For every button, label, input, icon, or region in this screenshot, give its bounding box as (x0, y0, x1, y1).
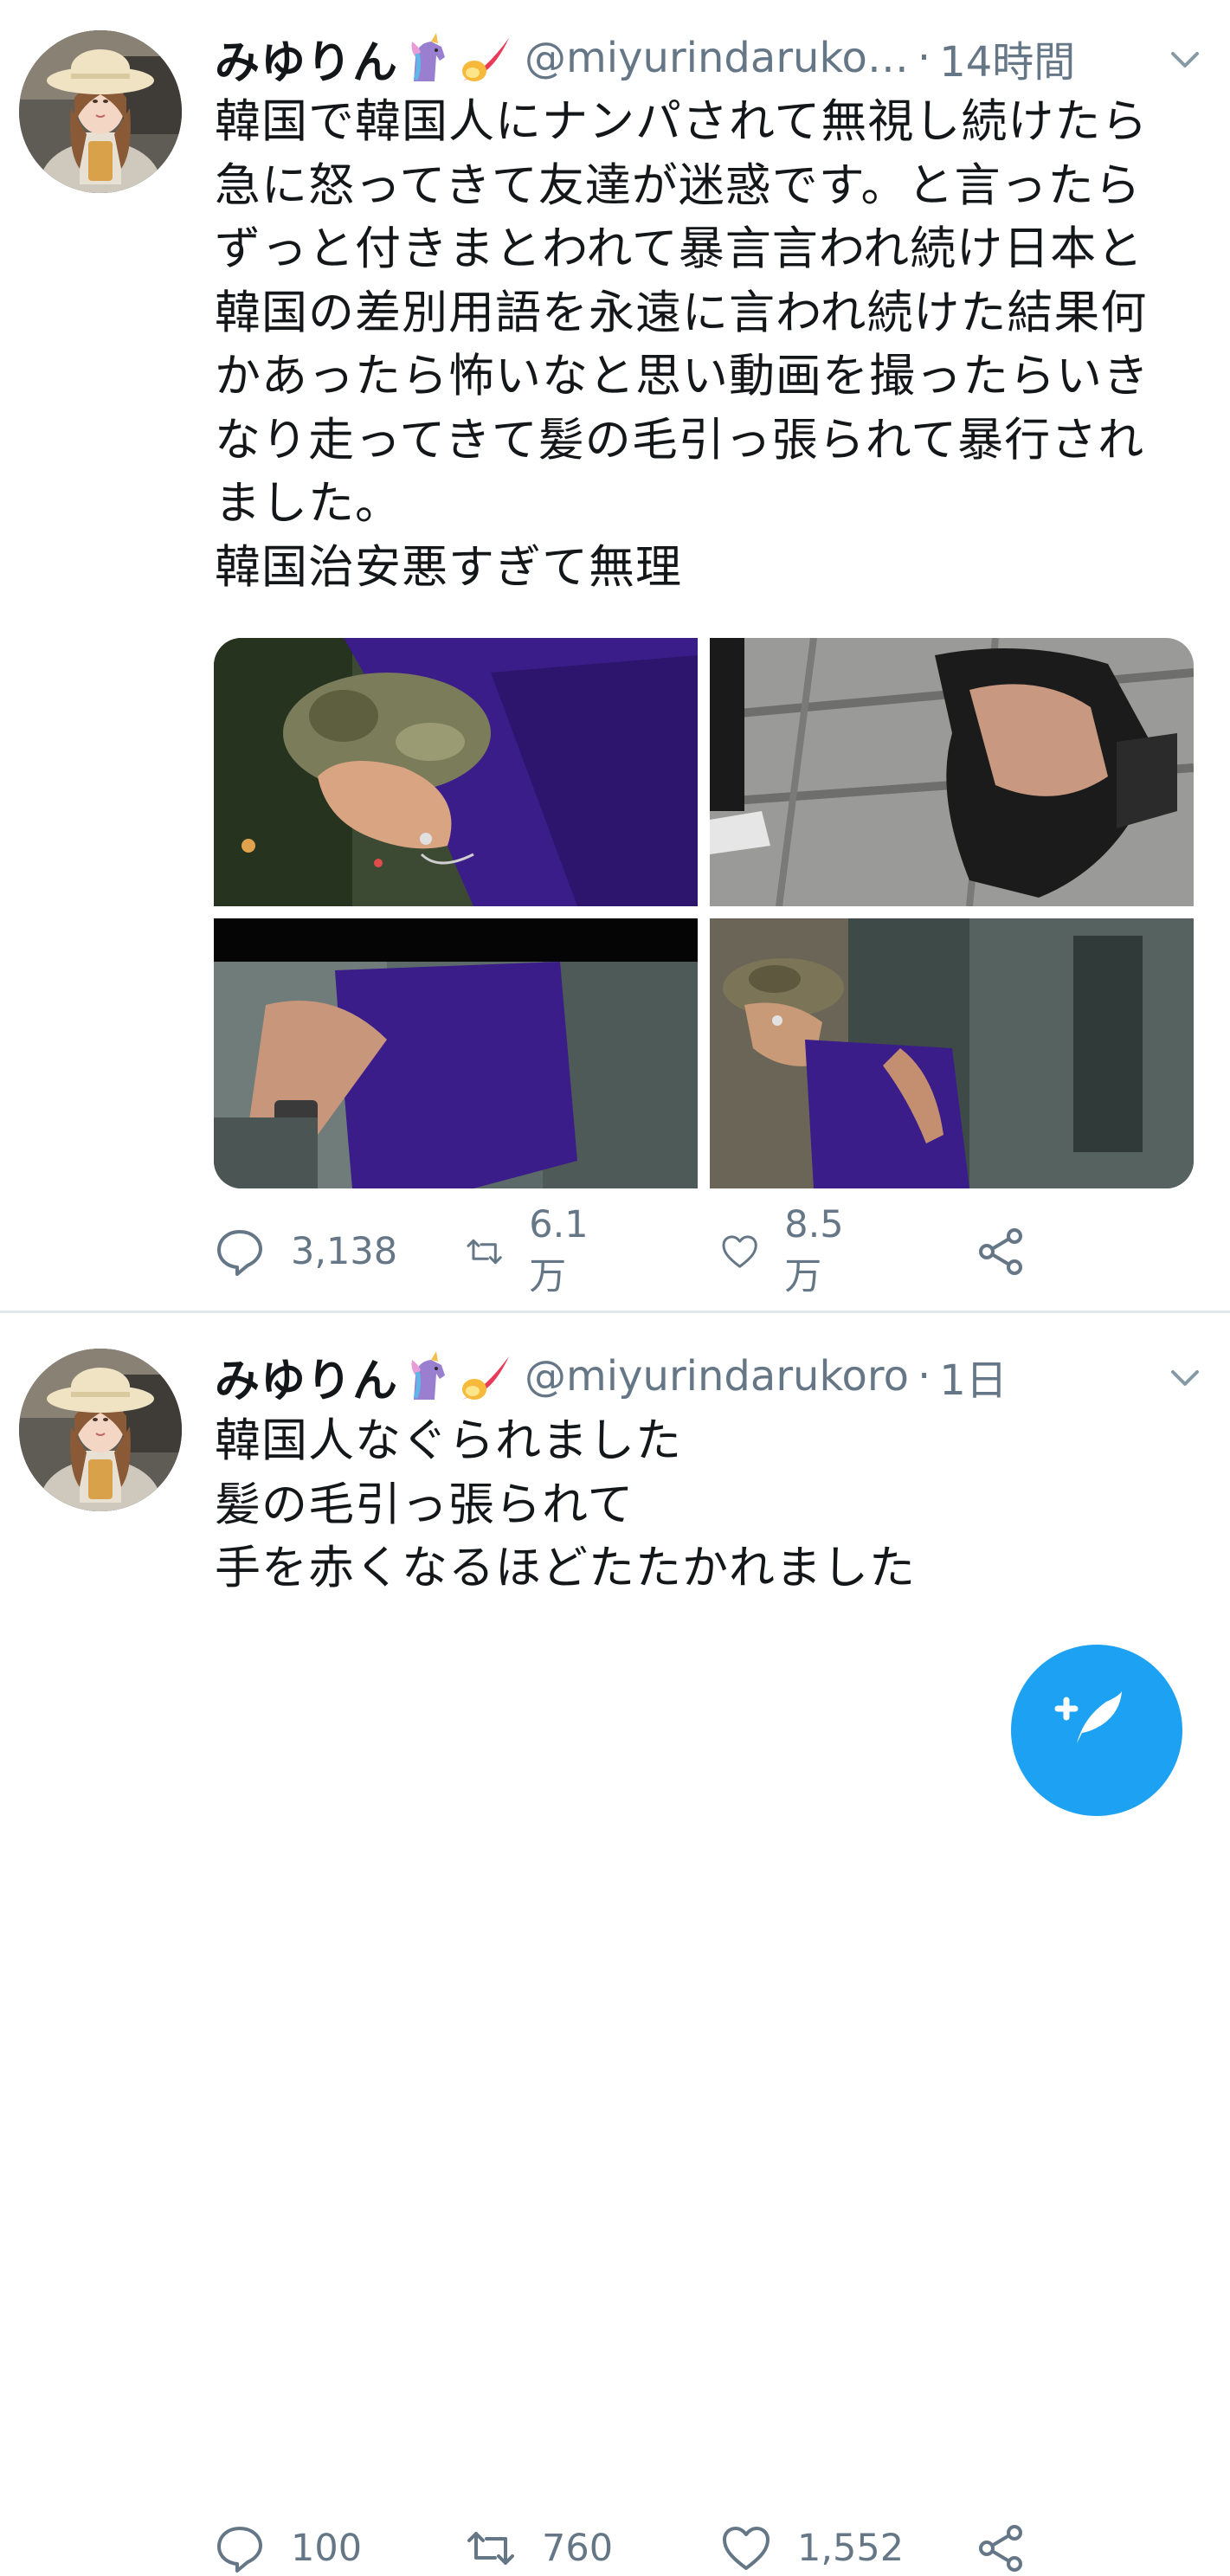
tweet-text: 韓国で韓国人にナンパされて無視し続けたら 急に怒ってきて友達が迷惑です。と言った… (215, 95, 1150, 594)
media-grid (214, 638, 1194, 1188)
avatar-photo (19, 30, 182, 193)
media-photo-4[interactable] (710, 918, 1194, 1188)
heart-icon (722, 1235, 757, 1268)
handle[interactable]: @miyurindarukoro (525, 1352, 909, 1401)
tweet-1[interactable]: みゆりん @miyurindaruko… · 14時間 韓国で韓国人にナンパされ… (0, 0, 1230, 1312)
separator-dot: · (917, 34, 931, 82)
comet-emoji (459, 31, 512, 85)
reply-count: 3,138 (291, 1230, 398, 1273)
display-name[interactable]: みゆりん (215, 26, 398, 91)
retweet-button[interactable]: 6.1万 (466, 1203, 601, 1298)
avatar[interactable] (19, 30, 182, 193)
unicorn-emoji (402, 31, 455, 85)
like-button[interactable]: 8.5万 (721, 1203, 856, 1298)
retweet-button[interactable]: 760 (466, 2521, 613, 2576)
avatar-photo (19, 1349, 182, 1511)
share-nodes-icon (979, 1228, 1022, 1275)
tweet-header: みゆりん @miyurindarukoro · 1日 (215, 1344, 1204, 1408)
avatar[interactable] (19, 1349, 182, 1511)
reply-count: 100 (291, 2527, 363, 2570)
timestamp[interactable]: 1日 (939, 1346, 1008, 1407)
compose-feather-icon (1054, 1691, 1122, 1743)
separator-dot: · (917, 1352, 931, 1401)
retweet-count: 6.1万 (529, 1203, 589, 1298)
unicorn-emoji (402, 1349, 455, 1403)
media-photo-3[interactable] (214, 918, 698, 1188)
compose-tweet-button[interactable] (1011, 1645, 1182, 1816)
reply-button[interactable]: 100 (215, 2521, 362, 2576)
handle[interactable]: @miyurindaruko… (525, 34, 909, 82)
timestamp[interactable]: 14時間 (939, 28, 1075, 88)
media-photo-1[interactable] (214, 638, 698, 906)
share-button[interactable] (976, 1224, 1027, 1279)
reply-button[interactable]: 3,138 (215, 1224, 397, 1279)
comet-emoji (459, 1349, 512, 1403)
heart-icon (723, 2527, 770, 2570)
display-name[interactable]: みゆりん (215, 1344, 398, 1409)
share-button[interactable] (976, 2521, 1027, 2576)
like-count: 1,552 (797, 2527, 905, 2570)
share-nodes-icon (979, 2525, 1022, 2572)
tweet-text: 韓国人なぐられました 髪の毛引っ張られて 手を赤くなるほどたたかれました (215, 1414, 916, 1594)
retweet-count: 760 (542, 2527, 614, 2570)
chevron-down-icon[interactable] (1166, 40, 1204, 78)
chevron-down-icon[interactable] (1166, 1358, 1204, 1396)
tweet-divider (0, 1311, 1230, 1313)
retweet-arrows-icon (467, 1239, 502, 1265)
speech-bubble-icon (217, 2527, 262, 2573)
like-button[interactable]: 1,552 (721, 2521, 904, 2576)
speech-bubble-icon (217, 1230, 262, 1276)
like-count: 8.5万 (784, 1203, 844, 1298)
retweet-arrows-icon (467, 2532, 514, 2565)
media-photo-2[interactable] (710, 638, 1194, 906)
tweet-header: みゆりん @miyurindaruko… · 14時間 (215, 26, 1204, 90)
